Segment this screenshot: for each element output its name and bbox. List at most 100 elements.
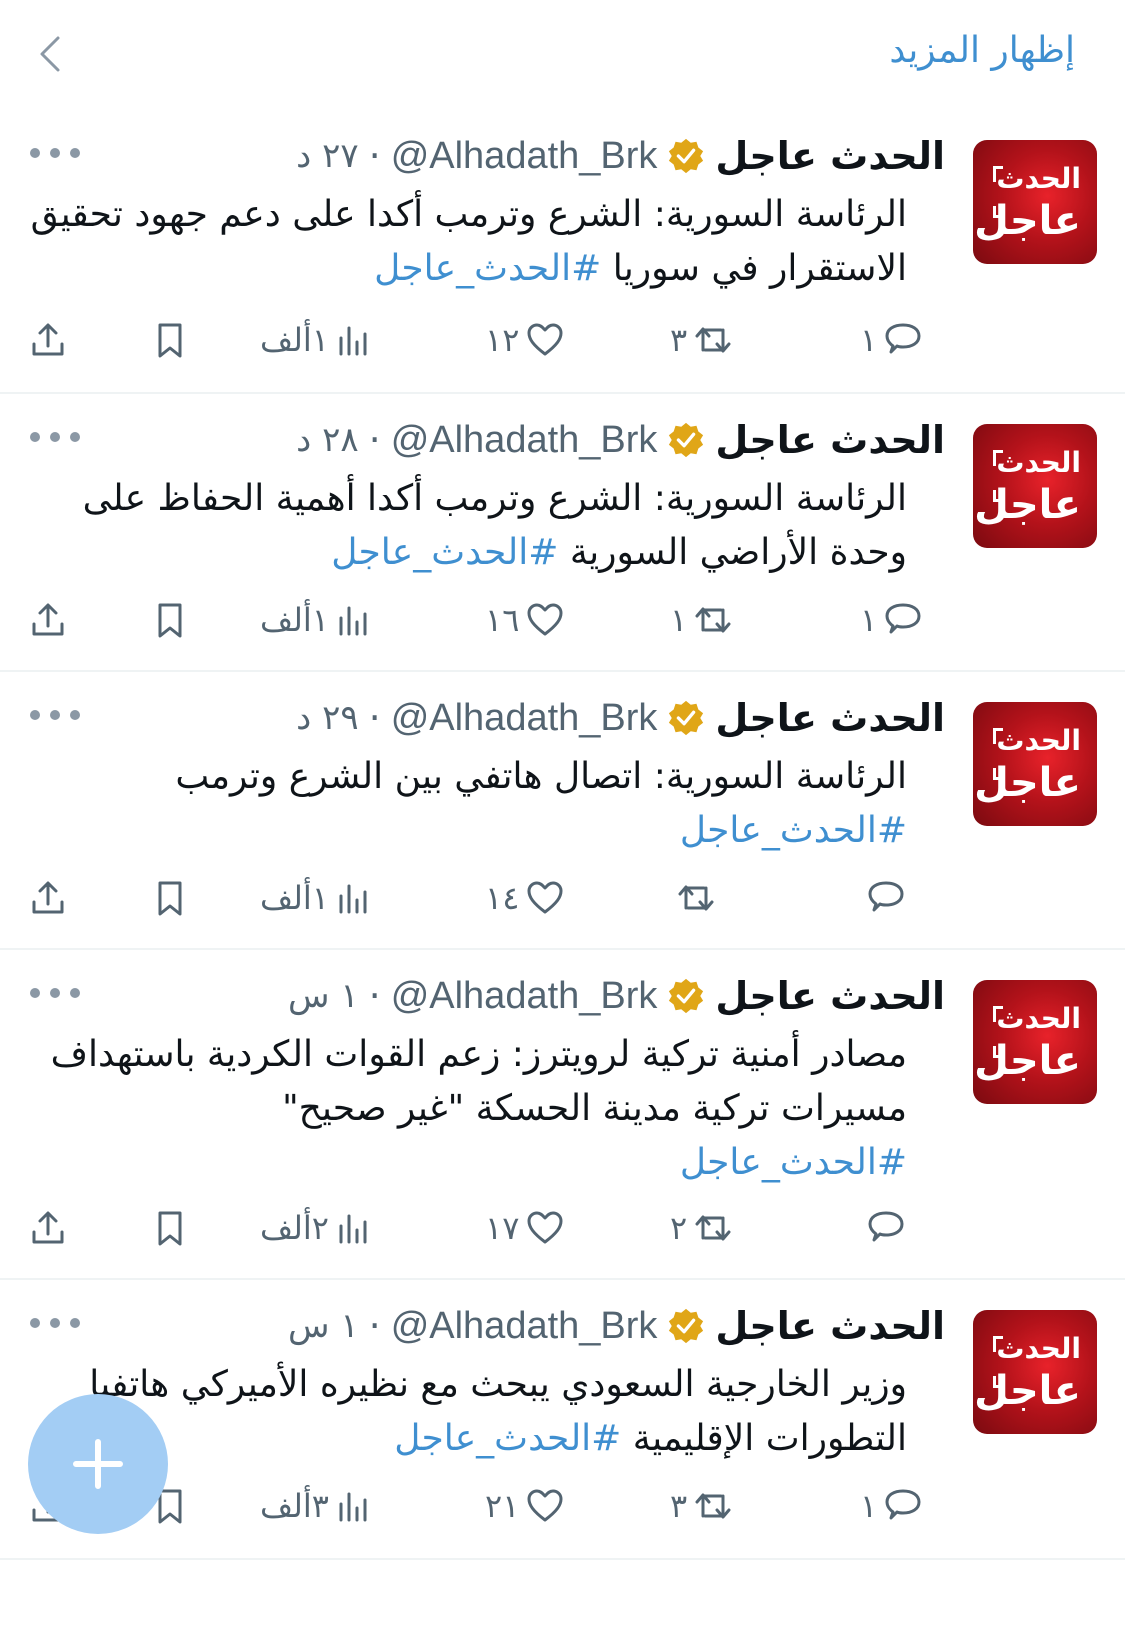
views-icon	[339, 884, 367, 914]
verified-badge-icon	[669, 422, 704, 458]
views-button[interactable]: ٣ألف	[260, 1476, 375, 1536]
more-icon[interactable]	[30, 978, 80, 1008]
tweet-actions: ٢ألف ١٧ ٢	[20, 1198, 910, 1258]
author-handle[interactable]: @Alhadath_Brk	[391, 1305, 658, 1348]
tweet[interactable]: الحدث عاجل الحدث عاجل @Alhadath_Brk · ٢٩…	[0, 672, 1125, 950]
like-button[interactable]: ١٦	[485, 590, 565, 650]
reply-button[interactable]: ١	[860, 590, 923, 650]
hashtag-link[interactable]: #الحدث_عاجل	[394, 1418, 621, 1459]
like-button[interactable]: ١٢	[485, 310, 565, 370]
like-button[interactable]: ١٧	[485, 1198, 565, 1258]
tweet[interactable]: الحدث عاجل الحدث عاجل @Alhadath_Brk · ١ …	[0, 1280, 1125, 1560]
retweets-count: ٣	[670, 321, 688, 359]
share-button[interactable]	[28, 590, 68, 650]
verified-badge-icon	[669, 1308, 704, 1344]
verified-badge-icon	[669, 700, 704, 736]
retweets-count: ١	[670, 601, 688, 639]
author-name[interactable]: الحدث عاجل	[715, 974, 945, 1018]
tweet-time[interactable]: ٢٧ د	[296, 136, 358, 176]
author-name[interactable]: الحدث عاجل	[715, 134, 945, 178]
tweet-actions: ١ألف ١٤	[20, 868, 910, 928]
verified-badge-icon	[669, 978, 704, 1014]
retweets-count: ٣	[670, 1487, 688, 1525]
bookmark-button[interactable]	[150, 310, 190, 370]
hashtag-link[interactable]: #الحدث_عاجل	[680, 810, 907, 851]
reply-button[interactable]	[860, 1198, 906, 1258]
retweet-button[interactable]: ٣	[670, 1476, 733, 1536]
reply-button[interactable]: ١	[860, 1476, 923, 1536]
plus-icon	[73, 1439, 123, 1489]
views-button[interactable]: ١ألف	[260, 590, 375, 650]
replies-count: ١	[860, 1487, 878, 1525]
avatar[interactable]: الحدث عاجل	[973, 424, 1097, 548]
share-icon	[32, 881, 64, 914]
tweet-time[interactable]: ١ س	[288, 976, 359, 1016]
back-chevron-icon[interactable]	[30, 30, 70, 78]
tweet[interactable]: الحدث عاجل الحدث عاجل @Alhadath_Brk · ٢٧…	[0, 110, 1125, 394]
tweet-actions: ١ألف ١٢ ٣ ١	[20, 310, 921, 370]
author-name[interactable]: الحدث عاجل	[715, 696, 945, 740]
retweet-icon	[678, 885, 714, 911]
reply-icon	[868, 1211, 904, 1242]
bookmark-icon	[158, 881, 182, 916]
share-button[interactable]	[28, 868, 68, 928]
hashtag-link[interactable]: #الحدث_عاجل	[331, 532, 558, 573]
retweet-button[interactable]: ٢	[670, 1198, 733, 1258]
reply-icon	[868, 881, 904, 912]
like-button[interactable]: ٢١	[485, 1476, 565, 1536]
avatar[interactable]: الحدث عاجل	[973, 1310, 1097, 1434]
author-name[interactable]: الحدث عاجل	[715, 1304, 945, 1348]
retweet-button[interactable]: ٣	[670, 310, 733, 370]
retweet-button[interactable]: ١	[670, 590, 733, 650]
bookmark-button[interactable]	[150, 1198, 190, 1258]
tweet[interactable]: الحدث عاجل الحدث عاجل @Alhadath_Brk · ١ …	[0, 950, 1125, 1280]
tweet[interactable]: الحدث عاجل الحدث عاجل @Alhadath_Brk · ٢٨…	[0, 394, 1125, 672]
like-button[interactable]: ١٤	[485, 868, 565, 928]
views-button[interactable]: ٢ألف	[260, 1198, 375, 1258]
share-button[interactable]	[28, 1198, 68, 1258]
avatar[interactable]: الحدث عاجل	[973, 702, 1097, 826]
more-icon[interactable]	[30, 422, 80, 452]
tweet-header: الحدث عاجل @Alhadath_Brk · ٢٩ د	[296, 688, 945, 748]
views-button[interactable]: ١ألف	[260, 868, 375, 928]
views-icon	[339, 1214, 367, 1244]
tweet-header: الحدث عاجل @Alhadath_Brk · ٢٨ د	[296, 410, 945, 470]
compose-tweet-button[interactable]	[28, 1394, 168, 1534]
verified-badge-icon	[669, 138, 704, 174]
author-name[interactable]: الحدث عاجل	[715, 418, 945, 462]
tweet-time[interactable]: ١ س	[288, 1306, 359, 1346]
show-more-link[interactable]: إظهار المزيد	[889, 30, 1075, 71]
more-icon[interactable]	[30, 138, 80, 168]
views-icon	[339, 1492, 367, 1522]
author-handle[interactable]: @Alhadath_Brk	[391, 697, 658, 740]
avatar[interactable]: الحدث عاجل	[973, 140, 1097, 264]
share-icon	[32, 603, 64, 636]
retweet-icon	[695, 1493, 731, 1519]
bookmark-button[interactable]	[150, 590, 190, 650]
views-button[interactable]: ١ألف	[260, 310, 375, 370]
separator-dot: ·	[368, 696, 381, 740]
bookmark-button[interactable]	[150, 868, 190, 928]
views-count: ١ألف	[260, 321, 329, 359]
reply-button[interactable]: ١	[860, 310, 923, 370]
retweet-button[interactable]	[670, 868, 716, 928]
hashtag-link[interactable]: #الحدث_عاجل	[680, 1142, 907, 1183]
likes-count: ١٦	[485, 601, 520, 639]
tweet-time[interactable]: ٢٩ د	[296, 698, 358, 738]
share-button[interactable]	[28, 310, 68, 370]
tweet-text: مصادر أمنية تركية لرويترز: زعم القوات ال…	[50, 1034, 907, 1183]
more-icon[interactable]	[30, 1308, 80, 1338]
separator-dot: ·	[368, 134, 381, 178]
bookmark-icon	[158, 1211, 182, 1246]
views-count: ١ألف	[260, 879, 329, 917]
more-icon[interactable]	[30, 700, 80, 730]
reply-button[interactable]	[860, 868, 906, 928]
author-handle[interactable]: @Alhadath_Brk	[391, 975, 658, 1018]
author-handle[interactable]: @Alhadath_Brk	[391, 135, 658, 178]
avatar[interactable]: الحدث عاجل	[973, 980, 1097, 1104]
tweet-time[interactable]: ٢٨ د	[296, 420, 358, 460]
retweets-count: ٢	[670, 1209, 688, 1247]
hashtag-link[interactable]: #الحدث_عاجل	[374, 248, 601, 289]
separator-dot: ·	[368, 1304, 381, 1348]
author-handle[interactable]: @Alhadath_Brk	[391, 419, 658, 462]
